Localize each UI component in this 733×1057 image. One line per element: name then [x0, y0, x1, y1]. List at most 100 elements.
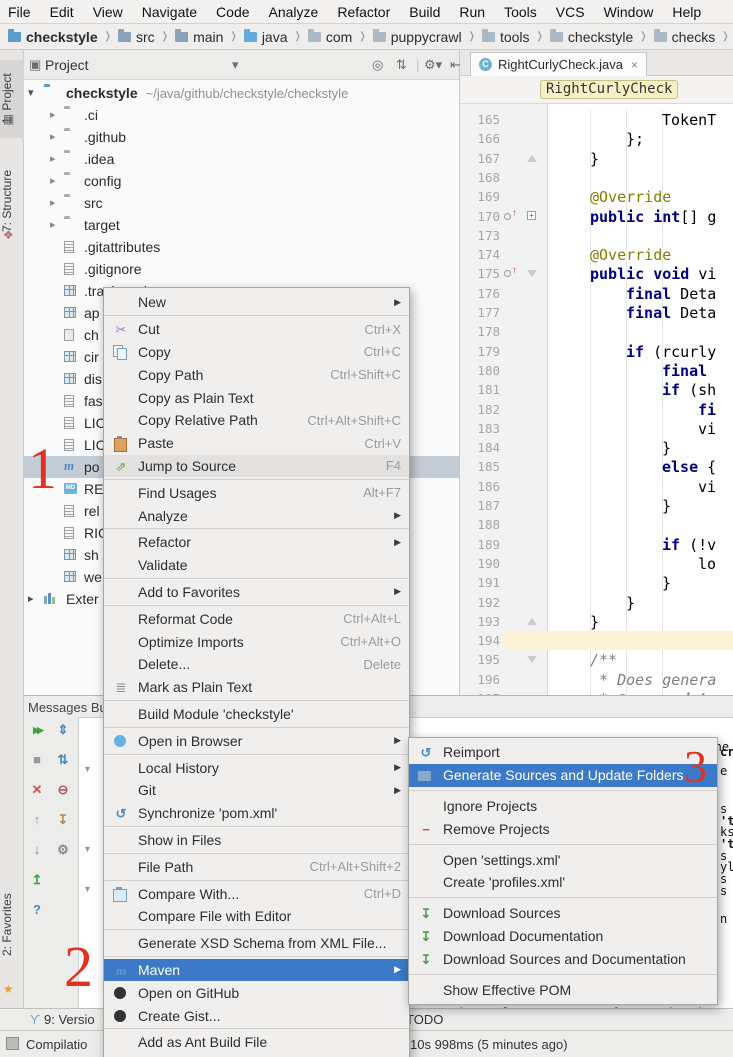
tree-row-config[interactable]: ▸config [24, 170, 459, 192]
menu-item-build-module-checkstyle-[interactable]: Build Module 'checkstyle' [104, 703, 409, 726]
menubar-item-refactor[interactable]: Refactor [337, 4, 390, 20]
breadcrumb-item-puppycrawl[interactable]: puppycrawl [371, 29, 464, 45]
fold-marker-icon[interactable] [527, 656, 537, 663]
menu-item-paste[interactable]: PasteCtrl+V [104, 432, 409, 455]
code-line-170[interactable]: 170↑+public int[] g [460, 207, 733, 226]
code-line-185[interactable]: 185else { [460, 457, 733, 476]
help-icon[interactable]: ? [28, 901, 46, 919]
menu-item-remove-projects[interactable]: −Remove Projects [409, 817, 717, 840]
code-line-184[interactable]: 184} [460, 438, 733, 457]
menu-item-compare-file-with-editor[interactable]: Compare File with Editor [104, 905, 409, 928]
code-line-168[interactable]: 168 [460, 168, 733, 187]
expand-all-icon[interactable]: ⇕ [54, 721, 72, 739]
menubar-item-analyze[interactable]: Analyze [269, 4, 319, 20]
menu-item-download-sources[interactable]: ↧Download Sources [409, 902, 717, 925]
tree-expand-icon[interactable]: ▸ [50, 174, 56, 187]
tree-row-target[interactable]: ▸target [24, 214, 459, 236]
menubar-item-view[interactable]: View [93, 4, 123, 20]
suspend-icon[interactable]: ⊖ [54, 781, 72, 799]
menu-item-copy-path[interactable]: Copy PathCtrl+Shift+C [104, 363, 409, 386]
tree-expand-icon[interactable]: ▸ [50, 108, 56, 121]
tree-row--ci[interactable]: ▸.ci [24, 104, 459, 126]
menubar-item-vcs[interactable]: VCS [556, 4, 585, 20]
menu-item-compare-with-[interactable]: Compare With...Ctrl+D [104, 882, 409, 905]
menu-item-copy[interactable]: CopyCtrl+C [104, 341, 409, 364]
menu-item-analyze[interactable]: Analyze▶ [104, 504, 409, 527]
code-line-195[interactable]: 195/** [460, 650, 733, 669]
sidebar-tab-1-project[interactable]: 1: Project [0, 60, 24, 138]
code-line-181[interactable]: 181if (sh [460, 380, 733, 399]
menubar-item-window[interactable]: Window [604, 4, 654, 20]
code-line-179[interactable]: 179if (rcurly [460, 342, 733, 361]
breadcrumb-item-checkstyle[interactable]: checkstyle [6, 29, 100, 45]
menu-item-validate[interactable]: Validate [104, 554, 409, 577]
menubar-item-run[interactable]: Run [459, 4, 485, 20]
tree-row--github[interactable]: ▸.github [24, 126, 459, 148]
fold-marker-icon[interactable] [527, 270, 537, 277]
menubar-item-navigate[interactable]: Navigate [142, 4, 197, 20]
menu-item-synchronize-pom-xml-[interactable]: ↺Synchronize 'pom.xml' [104, 802, 409, 825]
menu-item-maven[interactable]: mMaven▶ [104, 959, 409, 982]
down-icon[interactable]: ↓ [28, 841, 46, 859]
code-line-189[interactable]: 189if (!v [460, 535, 733, 554]
close-icon[interactable]: × [631, 58, 638, 72]
tree-row-checkstyle[interactable]: ▾checkstyle~/java/github/checkstyle/chec… [24, 82, 459, 104]
code-line-190[interactable]: 190lo [460, 554, 733, 573]
stop-icon[interactable]: ■ [28, 751, 46, 769]
code-line-169[interactable]: 169@Override [460, 187, 733, 206]
menu-item-copy-relative-path[interactable]: Copy Relative PathCtrl+Alt+Shift+C [104, 409, 409, 432]
tree-row--gitattributes[interactable]: .gitattributes [24, 236, 459, 258]
menubar-item-file[interactable]: File [8, 4, 31, 20]
code-line-166[interactable]: 166}; [460, 129, 733, 148]
menubar-item-edit[interactable]: Edit [50, 4, 74, 20]
rerun-icon[interactable]: ▶▶ [28, 721, 46, 739]
code-line-191[interactable]: 191} [460, 573, 733, 592]
code-line-173[interactable]: 173 [460, 226, 733, 245]
menu-item-add-as-ant-build-file[interactable]: Add as Ant Build File [104, 1031, 409, 1054]
code-line-194[interactable]: 194 [460, 631, 733, 650]
breadcrumb-item-java[interactable]: java [242, 29, 290, 45]
gear-icon[interactable]: ⚙▾ [424, 57, 442, 73]
menu-item-new[interactable]: New▶ [104, 291, 409, 314]
menu-item-reformat-code[interactable]: Reformat CodeCtrl+Alt+L [104, 607, 409, 630]
fold-arrow-icon[interactable]: ▼ [83, 844, 92, 854]
tree-expand-icon[interactable]: ▸ [28, 592, 34, 605]
fold-arrow-icon[interactable]: ▼ [83, 884, 92, 894]
tab-version-control[interactable]: 9: Versio [44, 1012, 95, 1027]
collapse-all-icon[interactable]: ⇅ [54, 751, 72, 769]
menu-item-show-in-files[interactable]: Show in Files [104, 829, 409, 852]
code-line-174[interactable]: 174@Override [460, 245, 733, 264]
menu-item-cut[interactable]: ✂CutCtrl+X [104, 318, 409, 341]
menu-item-mark-as-plain-text[interactable]: ≣Mark as Plain Text [104, 676, 409, 699]
code-line-196[interactable]: 196 * Does genera [460, 670, 733, 689]
menu-item-download-documentation[interactable]: ↧Download Documentation [409, 925, 717, 948]
import-icon[interactable]: ↧ [54, 811, 72, 829]
fold-arrow-icon[interactable]: ▼ [83, 764, 92, 774]
sidebar-tab-2-favorites[interactable]: 2: Favorites [0, 880, 24, 970]
code-line-187[interactable]: 187} [460, 496, 733, 515]
chevron-down-icon[interactable]: ▾ [232, 57, 239, 73]
close-icon[interactable]: ✕ [28, 781, 46, 799]
tree-expand-icon[interactable]: ▾ [28, 86, 34, 99]
code-line-176[interactable]: 176final Deta [460, 284, 733, 303]
code-line-178[interactable]: 178 [460, 322, 733, 341]
up-icon[interactable]: ↑ [28, 811, 46, 829]
tree-expand-icon[interactable]: ▸ [50, 152, 56, 165]
menu-item-open-on-github[interactable]: Open on GitHub [104, 981, 409, 1004]
menubar-item-help[interactable]: Help [672, 4, 701, 20]
settings-icon[interactable]: ⚙ [54, 841, 72, 859]
tab-todo[interactable]: TODO [406, 1012, 443, 1027]
menubar-item-build[interactable]: Build [409, 4, 440, 20]
override-gutter-icon[interactable]: ↑ [504, 210, 520, 222]
menu-item-file-path[interactable]: File PathCtrl+Alt+Shift+2 [104, 855, 409, 878]
menubar-item-tools[interactable]: Tools [504, 4, 537, 20]
menu-item-optimize-imports[interactable]: Optimize ImportsCtrl+Alt+O [104, 630, 409, 653]
fold-marker-icon[interactable] [527, 618, 537, 625]
menu-item-open-in-browser[interactable]: Open in Browser▶ [104, 729, 409, 752]
breadcrumb-item-main[interactable]: main [173, 29, 225, 45]
tree-expand-icon[interactable]: ▸ [50, 218, 56, 231]
menu-item-create-gist-[interactable]: Create Gist... [104, 1004, 409, 1027]
export-icon[interactable]: ↥ [28, 871, 46, 889]
breadcrumb-item-checkstyle[interactable]: checkstyle [548, 29, 635, 45]
tree-expand-icon[interactable]: ▸ [50, 196, 56, 209]
